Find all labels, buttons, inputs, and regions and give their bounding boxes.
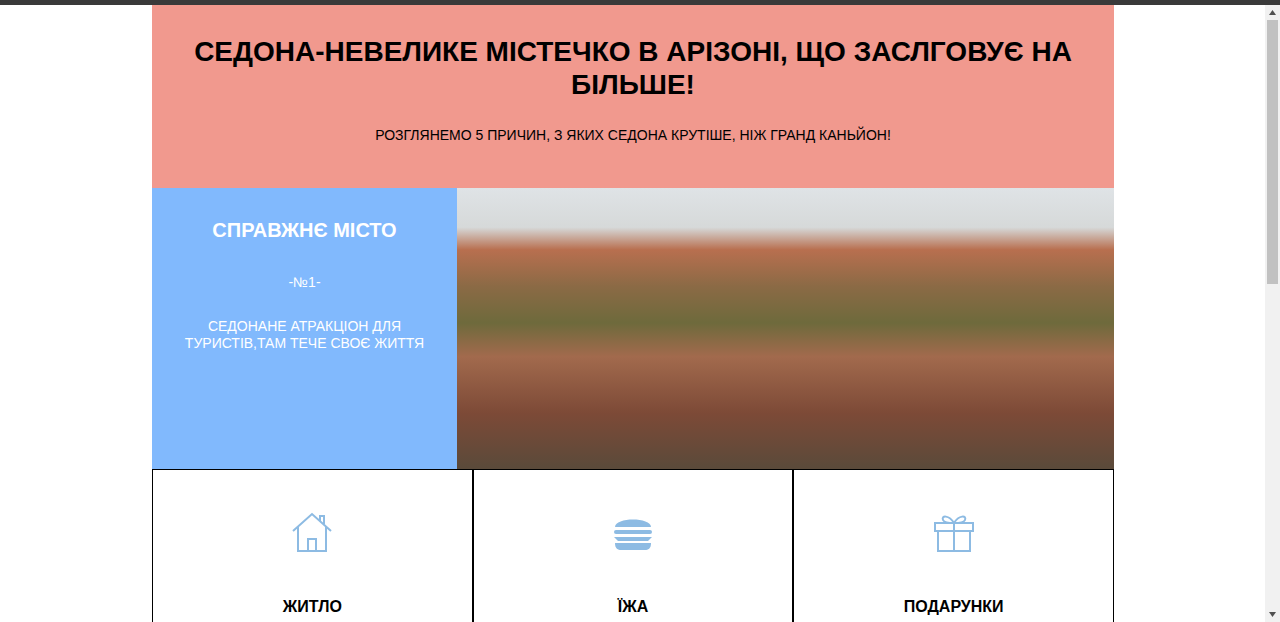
content: СЕДОНА-НЕВЕЛИКЕ МІСТЕЧКО В АРІЗОНІ, ЩО З…: [152, 5, 1114, 622]
cards: ЖИТЛО ЇЖА ПОДАРУНКИ: [152, 469, 1114, 622]
card-label: ЖИТЛО: [283, 597, 342, 617]
feature-panel: СПРАВЖНЄ МІСТО -№1- СЕДОНАНЕ АТРАКЦІОН ДЛЯ…: [152, 188, 457, 469]
scroll-track[interactable]: [1265, 20, 1280, 607]
feature-heading: СПРАВЖНЄ МІСТО: [182, 218, 427, 242]
scroll-thumb[interactable]: [1267, 20, 1278, 284]
burger-icon: [610, 509, 656, 555]
gift-icon: [931, 509, 977, 555]
card: ЇЖА: [473, 469, 794, 622]
card: ПОДАРУНКИ: [793, 469, 1114, 622]
page-title: СЕДОНА-НЕВЕЛИКЕ МІСТЕЧКО В АРІЗОНІ, ЩО З…: [164, 35, 1102, 101]
feature-photo: [457, 188, 1114, 469]
page: СЕДОНА-НЕВЕЛИКЕ МІСТЕЧКО В АРІЗОНІ, ЩО З…: [0, 0, 1280, 622]
scroll-up-icon[interactable]: [1269, 10, 1276, 15]
house-icon: [289, 509, 335, 555]
header: СЕДОНА-НЕВЕЛИКЕ МІСТЕЧКО В АРІЗОНІ, ЩО З…: [152, 5, 1114, 188]
card-label: ПОДАРУНКИ: [904, 597, 1004, 617]
feature-text: СЕДОНАНЕ АТРАКЦІОН ДЛЯ ТУРИСТІВ,ТАМ ТЕЧЕ…: [182, 318, 427, 352]
card-label: ЇЖА: [618, 597, 648, 617]
feature-number: -№1-: [182, 274, 427, 291]
viewport: СЕДОНА-НЕВЕЛИКЕ МІСТЕЧКО В АРІЗОНІ, ЩО З…: [0, 5, 1265, 622]
scroll-down-icon[interactable]: [1269, 612, 1276, 617]
card: ЖИТЛО: [152, 469, 473, 622]
page-subtitle: РОЗГЛЯНЕМО 5 ПРИЧИН, З ЯКИХ СЕДОНА КРУТІ…: [164, 127, 1102, 144]
feature: СПРАВЖНЄ МІСТО -№1- СЕДОНАНЕ АТРАКЦІОН ДЛЯ…: [152, 188, 1114, 469]
scrollbar[interactable]: [1265, 5, 1280, 622]
